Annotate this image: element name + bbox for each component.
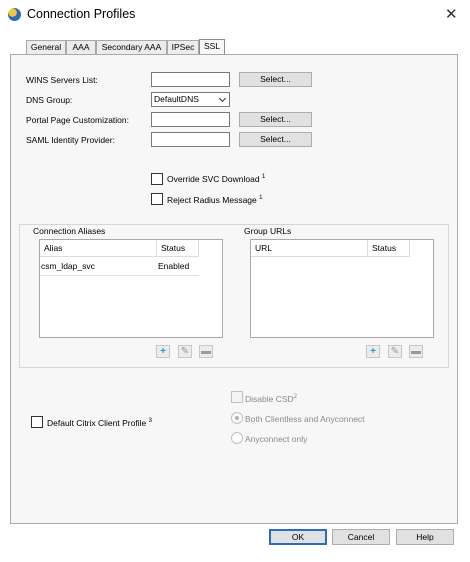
dns-group-label: DNS Group:: [26, 95, 73, 105]
wins-label: WINS Servers List:: [26, 75, 98, 85]
anyconnect-only-label: Anyconnect only: [245, 434, 308, 444]
add-alias-button[interactable]: +: [156, 345, 170, 358]
column-header-status[interactable]: Status: [157, 240, 199, 257]
saml-idp-label: SAML Identity Provider:: [26, 135, 115, 145]
citrix-profile-checkbox[interactable]: [31, 416, 43, 428]
connection-aliases-table: Alias Status csm_ldap_svc Enabled: [39, 239, 223, 338]
anyconnect-only-radio[interactable]: [231, 432, 243, 444]
app-globe-icon: [8, 8, 21, 21]
tab-ipsec[interactable]: IPSec: [167, 40, 199, 54]
column-header-url[interactable]: URL: [251, 240, 368, 257]
title-bar: Connection Profiles ✕: [0, 0, 470, 32]
edit-url-button[interactable]: ✎: [388, 345, 402, 358]
pencil-icon: ✎: [390, 346, 400, 357]
disable-csd-checkbox[interactable]: [231, 391, 243, 403]
wins-select-button[interactable]: Select...: [239, 72, 312, 87]
disable-csd-label: Disable CSD2: [245, 394, 297, 404]
citrix-profile-label: Default Citrix Client Profile 3: [47, 418, 152, 428]
trash-icon: ▬: [201, 346, 211, 357]
pencil-icon: ✎: [180, 346, 190, 357]
close-icon[interactable]: ✕: [445, 5, 458, 23]
connection-aliases-title: Connection Aliases: [33, 226, 106, 236]
override-svc-checkbox[interactable]: [151, 173, 163, 185]
saml-idp-input[interactable]: [151, 132, 230, 147]
cancel-button[interactable]: Cancel: [332, 529, 390, 545]
portal-page-label: Portal Page Customization:: [26, 115, 129, 125]
tab-aaa[interactable]: AAA: [66, 40, 96, 54]
dns-group-value: DefaultDNS: [154, 94, 199, 104]
chevron-down-icon: [218, 94, 227, 103]
portal-page-input[interactable]: [151, 112, 230, 127]
group-urls-title: Group URLs: [244, 226, 292, 236]
plus-icon: +: [370, 346, 376, 357]
portal-select-button[interactable]: Select...: [239, 112, 312, 127]
edit-alias-button[interactable]: ✎: [178, 345, 192, 358]
dns-group-select[interactable]: DefaultDNS: [151, 92, 230, 107]
column-header-alias[interactable]: Alias: [40, 240, 157, 257]
both-clientless-radio[interactable]: [231, 412, 243, 424]
reject-radius-checkbox[interactable]: [151, 193, 163, 205]
tab-secondary-aaa[interactable]: Secondary AAA: [96, 40, 167, 54]
group-urls-table: URL Status: [250, 239, 434, 338]
help-button[interactable]: Help: [396, 529, 454, 545]
delete-url-button[interactable]: ▬: [409, 345, 423, 358]
tab-general[interactable]: General: [26, 40, 66, 54]
window-title: Connection Profiles: [27, 7, 136, 21]
table-row[interactable]: csm_ldap_svc Enabled: [40, 258, 199, 276]
saml-select-button[interactable]: Select...: [239, 132, 312, 147]
both-clientless-label: Both Clientless and Anyconnect: [245, 414, 365, 424]
alias-cell: csm_ldap_svc: [41, 261, 95, 271]
status-cell: Enabled: [158, 261, 190, 271]
plus-icon: +: [160, 346, 166, 357]
trash-icon: ▬: [411, 346, 421, 357]
delete-alias-button[interactable]: ▬: [199, 345, 213, 358]
column-header-status[interactable]: Status: [368, 240, 410, 257]
ok-button[interactable]: OK: [269, 529, 327, 545]
wins-input[interactable]: [151, 72, 230, 87]
add-url-button[interactable]: +: [366, 345, 380, 358]
reject-radius-label: Reject Radius Message 1: [167, 195, 263, 205]
override-svc-label: Override SVC Download 1: [167, 174, 266, 184]
tab-ssl[interactable]: SSL: [199, 39, 225, 55]
